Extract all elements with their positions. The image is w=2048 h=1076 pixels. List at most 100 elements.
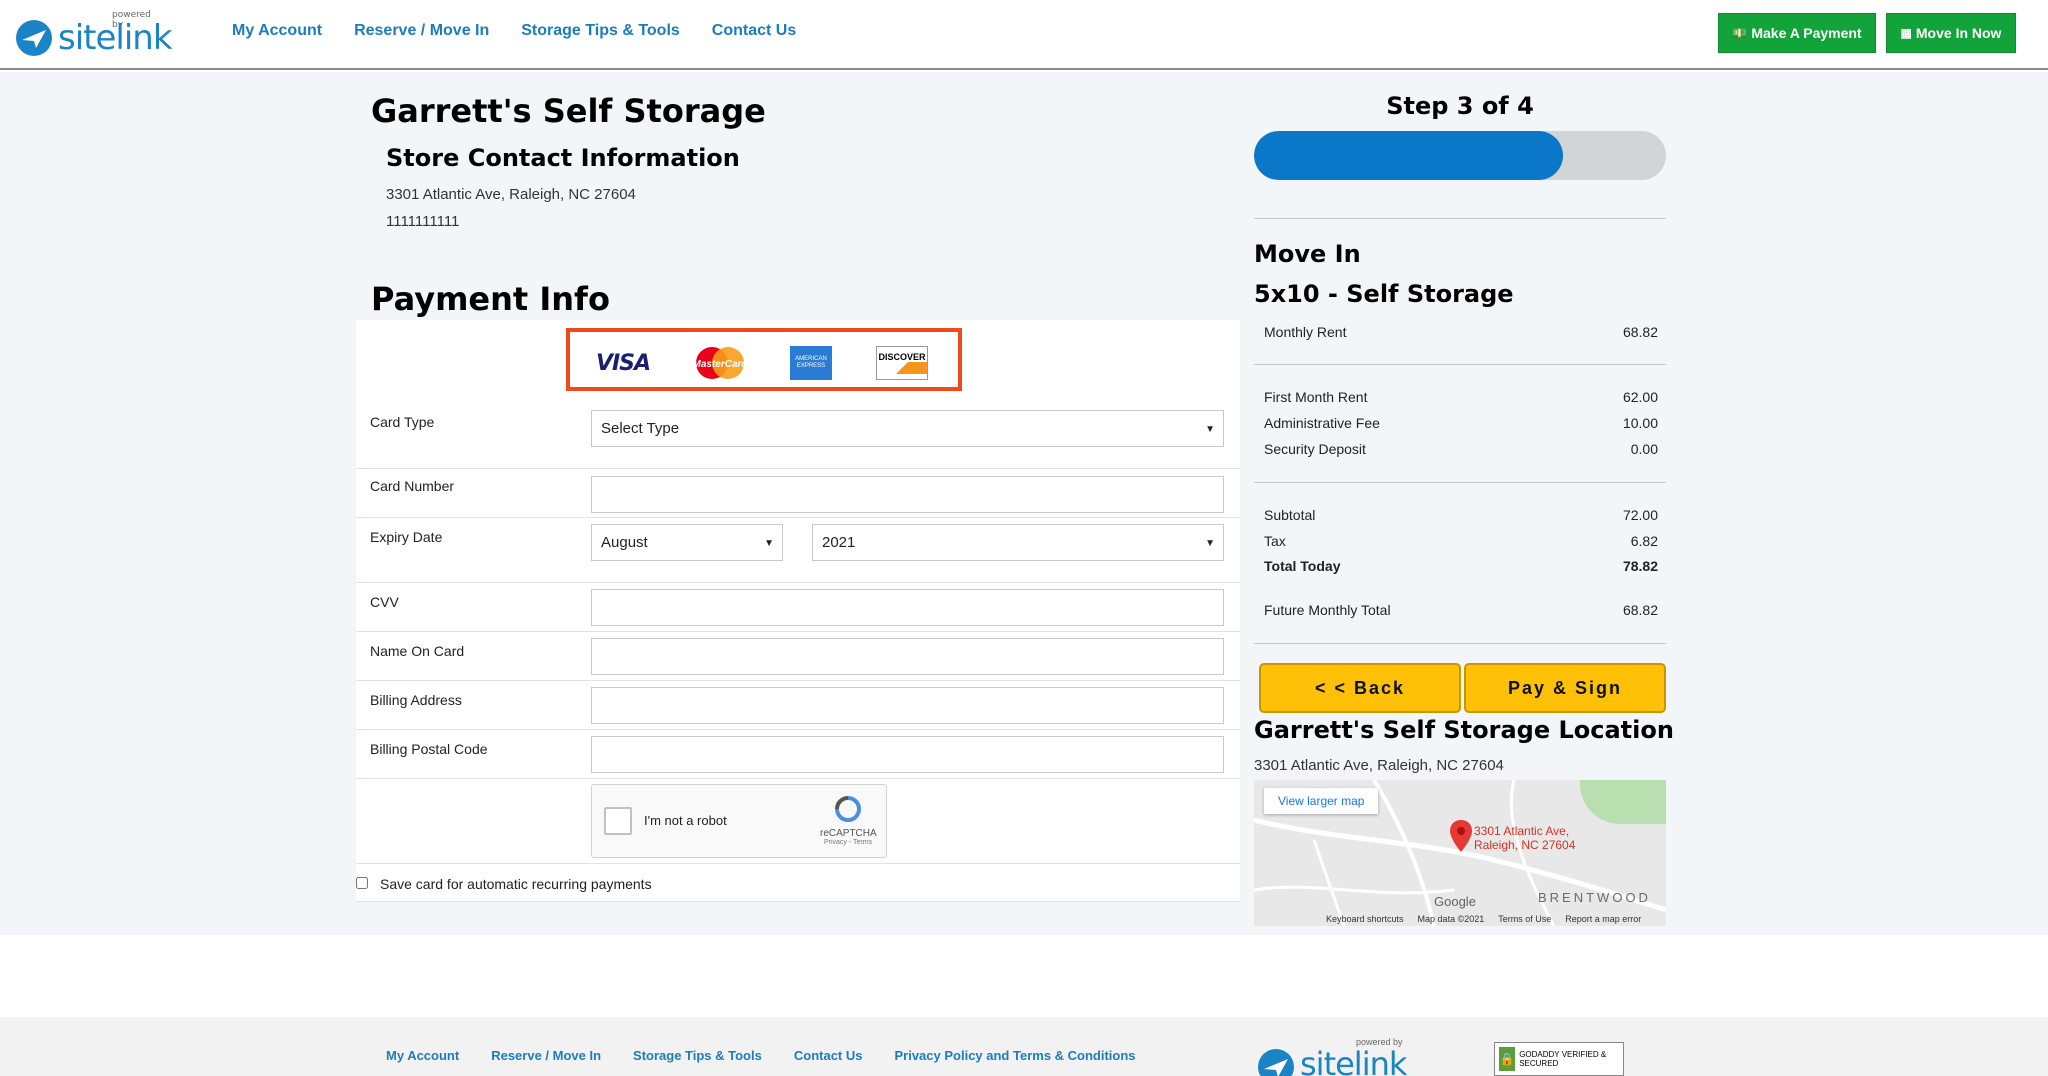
recaptcha-links[interactable]: Privacy - Terms: [820, 839, 876, 846]
location-address: 3301 Atlantic Ave, Raleigh, NC 27604: [1254, 757, 1504, 774]
footer-nav: My Account Reserve / Move In Storage Tip…: [386, 1048, 1136, 1063]
total-today-label: Total Today: [1264, 558, 1341, 574]
footer-sitelink-logo[interactable]: powered by sitelink: [1256, 1037, 1416, 1076]
footer-privacy-policy[interactable]: Privacy Policy and Terms & Conditions: [894, 1048, 1135, 1063]
admin-fee-label: Administrative Fee: [1264, 415, 1380, 431]
unit-heading: 5x10 - Self Storage: [1254, 280, 1514, 308]
monthly-rent-line: Monthly Rent 68.82: [1264, 324, 1658, 340]
sitelink-logo-icon: [1258, 1049, 1294, 1076]
expiry-month-select[interactable]: August ▼: [591, 524, 783, 561]
footer-contact-us[interactable]: Contact Us: [794, 1048, 863, 1063]
nav-storage-tips[interactable]: Storage Tips & Tools: [521, 22, 680, 40]
payment-info-heading: Payment Info: [371, 280, 610, 318]
cvv-input[interactable]: [591, 589, 1224, 626]
expiry-date-label: Expiry Date: [370, 529, 443, 545]
godaddy-badge-text: GODADDY VERIFIED & SECURED: [1519, 1050, 1607, 1068]
subtotal-value: 72.00: [1622, 507, 1658, 523]
recaptcha-icon: [835, 796, 861, 822]
footer-reserve-move-in[interactable]: Reserve / Move In: [491, 1048, 601, 1063]
card-type-select[interactable]: Select Type ▼: [591, 410, 1224, 447]
map-terms[interactable]: Terms of Use: [1498, 914, 1551, 924]
footer-logo-wordmark: sitelink: [1300, 1045, 1407, 1076]
view-larger-map-link[interactable]: View larger map: [1264, 788, 1379, 814]
billing-address-row: Billing Address: [356, 681, 1240, 730]
sitelink-logo[interactable]: powered by sitelink: [14, 10, 173, 60]
monthly-rent-value: 68.82: [1622, 324, 1658, 340]
step-progress-fill: [1254, 131, 1563, 180]
subtotal-label: Subtotal: [1264, 507, 1316, 523]
footer-my-account[interactable]: My Account: [386, 1048, 459, 1063]
map-footer: Keyboard shortcuts Map data ©2021 Terms …: [1326, 914, 1641, 924]
store-phone: 1111111111: [386, 213, 460, 230]
divider: [1254, 364, 1666, 365]
make-payment-label: Make A Payment: [1751, 25, 1862, 41]
recaptcha-label: I'm not a robot: [644, 813, 727, 828]
map-pin-icon[interactable]: [1450, 820, 1472, 852]
recaptcha-checkbox[interactable]: [604, 807, 632, 835]
card-number-row: Card Number: [356, 469, 1240, 518]
total-today-value: 78.82: [1622, 558, 1658, 574]
billing-postal-input[interactable]: [591, 736, 1224, 773]
first-month-line: First Month Rent 62.00: [1264, 389, 1658, 405]
recaptcha-brand: reCAPTCHA: [820, 828, 877, 839]
map-report-error[interactable]: Report a map error: [1565, 914, 1641, 924]
card-type-label: Card Type: [370, 414, 435, 430]
godaddy-badge[interactable]: 🔒 GODADDY VERIFIED & SECURED: [1494, 1042, 1624, 1076]
future-total-label: Future Monthly Total: [1264, 602, 1391, 618]
nav-reserve-move-in[interactable]: Reserve / Move In: [354, 22, 489, 40]
tax-line: Tax 6.82: [1264, 533, 1658, 549]
nav-contact-us[interactable]: Contact Us: [712, 22, 796, 40]
card-type-value: Select Type: [601, 420, 680, 437]
cvv-label: CVV: [370, 594, 399, 610]
map-data: Map data ©2021: [1417, 914, 1485, 924]
site-footer: My Account Reserve / Move In Storage Tip…: [0, 1017, 2048, 1076]
nav-my-account[interactable]: My Account: [232, 22, 322, 40]
site-header: powered by sitelink My Account Reserve /…: [0, 0, 2048, 70]
divider: [1254, 218, 1666, 219]
chevron-down-icon: ▼: [764, 538, 774, 549]
money-icon: 💵: [1732, 26, 1748, 40]
billing-address-label: Billing Address: [370, 692, 462, 708]
first-month-value: 62.00: [1622, 389, 1658, 405]
store-title: Garrett's Self Storage: [371, 92, 766, 130]
pay-sign-button[interactable]: Pay & Sign: [1464, 663, 1666, 713]
billing-postal-label: Billing Postal Code: [370, 741, 488, 757]
card-type-row: Card Type Select Type ▼: [356, 403, 1240, 469]
amex-card-icon: AMERICAN EXPRESS: [790, 346, 832, 380]
save-card-checkbox[interactable]: [356, 877, 368, 889]
store-contact-heading: Store Contact Information: [386, 144, 740, 172]
map-keyboard-shortcuts[interactable]: Keyboard shortcuts: [1326, 914, 1404, 924]
expiry-row: Expiry Date August ▼ 2021 ▼: [356, 518, 1240, 583]
expiry-year-select[interactable]: 2021 ▼: [812, 524, 1224, 561]
name-on-card-input[interactable]: [591, 638, 1224, 675]
chevron-down-icon: ▼: [1205, 538, 1215, 549]
back-button[interactable]: < < Back: [1259, 663, 1461, 713]
billing-address-input[interactable]: [591, 687, 1224, 724]
google-logo: Google: [1434, 894, 1476, 909]
store-address: 3301 Atlantic Ave, Raleigh, NC 27604: [386, 186, 636, 203]
discover-text: DISCOVER: [878, 352, 926, 362]
location-map[interactable]: View larger map 3301 Atlantic Ave, Ralei…: [1254, 780, 1666, 926]
step-indicator: Step 3 of 4: [1386, 92, 1534, 120]
move-in-now-label: Move In Now: [1915, 25, 2002, 41]
map-pin-line2: Raleigh, NC 27604: [1474, 838, 1576, 852]
recaptcha-logo: reCAPTCHA Privacy - Terms: [820, 795, 877, 846]
footer-storage-tips[interactable]: Storage Tips & Tools: [633, 1048, 762, 1063]
first-month-label: First Month Rent: [1264, 389, 1368, 405]
name-on-card-row: Name On Card: [356, 632, 1240, 681]
sitelink-logo-icon: [16, 20, 52, 56]
move-in-now-button[interactable]: ▦ Move In Now: [1886, 13, 2016, 53]
card-number-input[interactable]: [591, 476, 1224, 513]
admin-fee-line: Administrative Fee 10.00: [1264, 415, 1658, 431]
tax-value: 6.82: [1630, 533, 1658, 549]
total-today-line: Total Today 78.82: [1264, 558, 1658, 574]
mastercard-icon: MasterCard: [690, 346, 750, 380]
mastercard-text: MasterCard: [692, 359, 748, 370]
calendar-icon: ▦: [1900, 26, 1912, 40]
security-deposit-value: 0.00: [1630, 441, 1658, 457]
monthly-rent-label: Monthly Rent: [1264, 324, 1347, 340]
cvv-row: CVV: [356, 583, 1240, 632]
map-pin-line1: 3301 Atlantic Ave,: [1474, 824, 1570, 838]
location-heading: Garrett's Self Storage Location: [1254, 716, 1674, 744]
make-payment-button[interactable]: 💵 Make A Payment: [1718, 13, 1876, 53]
